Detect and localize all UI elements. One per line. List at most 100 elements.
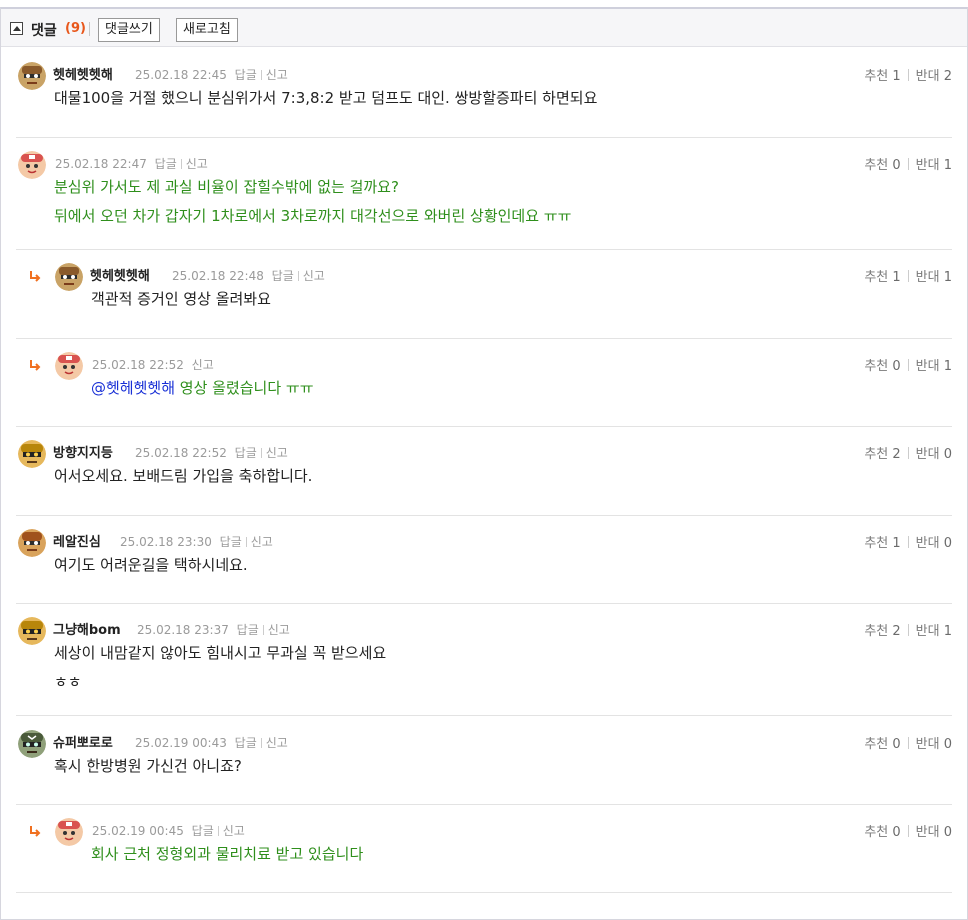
comment-text: @헷헤헷헷해 영상 올렸습니다 ㅠㅠ [91,374,314,403]
downvote-label: 반대 [915,536,940,551]
downvote-button[interactable]: 반대 2 [916,69,952,84]
avatar-icon [18,151,46,179]
comment-author[interactable]: 헷헤헷헷해 [90,265,150,284]
upvote-count: 0 [892,158,901,173]
downvote-button[interactable]: 반대 1 [916,359,952,374]
divider [907,69,909,81]
comment-date: 25.02.18 23:30 [120,535,212,549]
write-comment-button[interactable]: 댓글쓰기 [98,18,160,42]
comment-meta: 25.02.18 23:37 답글 신고 [137,621,290,638]
downvote-button[interactable]: 반대 1 [916,624,952,639]
vote-area: 추천 1 반대 2 [864,65,952,84]
comment-meta: 25.02.18 22:52 답글 신고 [135,444,288,461]
reply-link[interactable]: 답글 [237,623,259,637]
upvote-button[interactable]: 추천 0 [864,737,900,752]
divider [16,426,952,427]
divider [16,892,952,893]
refresh-button[interactable]: 새로고침 [176,18,238,42]
comment-line: 객관적 증거인 영상 올려봐요 [91,290,271,308]
upvote-label: 추천 [864,270,889,285]
report-link[interactable]: 신고 [266,446,288,460]
comment-author[interactable]: 방향지지등 [53,442,113,461]
comment-date: 25.02.18 23:37 [137,623,229,637]
comment-date: 25.02.18 22:47 [55,157,147,171]
downvote-button[interactable]: 반대 0 [916,737,952,752]
divider [907,270,909,282]
report-link[interactable]: 신고 [251,535,273,549]
divider [16,603,952,604]
upvote-button[interactable]: 추천 1 [864,69,900,84]
report-link[interactable]: 신고 [223,824,245,838]
upvote-label: 추천 [864,825,889,840]
downvote-label: 반대 [915,270,940,285]
comment-author[interactable]: 그냥해bom [53,619,121,638]
downvote-count: 2 [943,69,952,84]
upvote-count: 0 [892,359,901,374]
divider [907,825,909,837]
comment-date: 25.02.18 22:48 [172,269,264,283]
upvote-count: 0 [892,737,901,752]
report-link[interactable]: 신고 [186,157,208,171]
comment-author[interactable]: 슈퍼뽀로로 [53,732,113,751]
avatar-icon [18,730,46,758]
report-link[interactable]: 신고 [266,736,288,750]
downvote-label: 반대 [915,158,940,173]
upvote-button[interactable]: 추천 0 [864,158,900,173]
avatar-icon [55,263,83,291]
upvote-label: 추천 [864,737,889,752]
divider [16,515,952,516]
upvote-count: 1 [892,270,901,285]
downvote-button[interactable]: 반대 1 [916,270,952,285]
comment-meta: 25.02.18 22:45 답글 신고 [135,66,288,83]
downvote-button[interactable]: 반대 0 [916,447,952,462]
upvote-count: 2 [892,624,901,639]
downvote-button[interactable]: 반대 0 [916,536,952,551]
report-link[interactable]: 신고 [266,68,288,82]
reply-link[interactable]: 답글 [192,824,214,838]
upvote-button[interactable]: 추천 0 [864,825,900,840]
downvote-button[interactable]: 반대 1 [916,158,952,173]
reply-link[interactable]: 답글 [272,269,294,283]
comment-author[interactable]: 레알진심 [53,531,101,550]
upvote-button[interactable]: 추천 2 [864,447,900,462]
comment-text: 회사 근처 정형외과 물리치료 받고 있습니다 [91,840,363,869]
reply-link[interactable]: 답글 [235,446,257,460]
upvote-button[interactable]: 추천 1 [864,270,900,285]
report-link[interactable]: 신고 [303,269,325,283]
vote-area: 추천 1 반대 1 [864,266,952,285]
downvote-count: 1 [943,270,952,285]
comment-author[interactable]: 헷헤헷헷해 [53,64,113,83]
divider [16,715,952,716]
divider [907,359,909,371]
vote-area: 추천 2 반대 1 [864,620,952,639]
reply-link[interactable]: 답글 [235,736,257,750]
vote-area: 추천 1 반대 0 [864,532,952,551]
upvote-label: 추천 [864,536,889,551]
vote-area: 추천 0 반대 0 [864,821,952,840]
reply-link[interactable]: 답글 [155,157,177,171]
report-link[interactable]: 신고 [192,358,214,372]
downvote-count: 0 [943,825,952,840]
divider [907,536,909,548]
reply-link[interactable]: 답글 [220,535,242,549]
downvote-count: 1 [943,624,952,639]
downvote-count: 0 [943,447,952,462]
mention-link[interactable]: @헷헤헷헷해 [91,379,175,397]
downvote-button[interactable]: 반대 0 [916,825,952,840]
upvote-button[interactable]: 추천 0 [864,359,900,374]
comment-date: 25.02.19 00:43 [135,736,227,750]
vote-area: 추천 0 반대 0 [864,733,952,752]
comment-meta: 25.02.18 22:47 답글 신고 [55,155,208,172]
report-link[interactable]: 신고 [268,623,290,637]
upvote-button[interactable]: 추천 1 [864,536,900,551]
reply-link[interactable]: 답글 [235,68,257,82]
upvote-count: 2 [892,447,901,462]
divider [217,826,219,836]
comment-line: 세상이 내맘같지 않아도 힘내시고 무과실 꼭 받으세요 [54,644,387,662]
comment-text: 여기도 어려운길을 택하시네요. [54,551,248,580]
upvote-button[interactable]: 추천 2 [864,624,900,639]
upvote-count: 0 [892,825,901,840]
downvote-count: 0 [943,737,952,752]
toggle-icon[interactable] [10,22,23,35]
comment-line: ㅎㅎ [54,673,82,691]
